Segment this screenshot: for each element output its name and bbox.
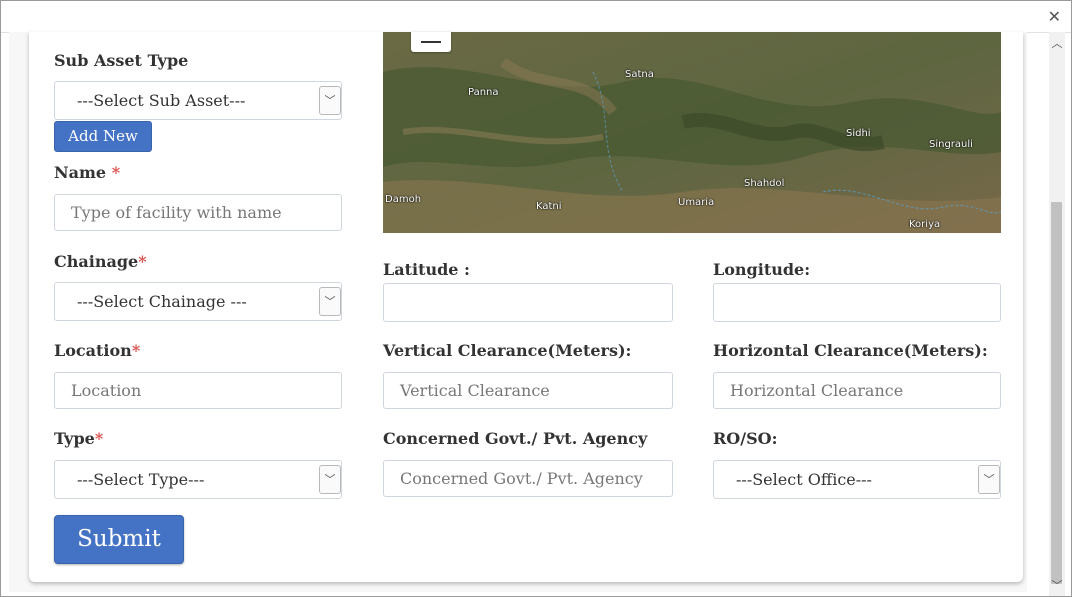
dialog-titlebar: ✕ [1, 1, 1071, 33]
map-place-label: Sidhi [846, 128, 871, 139]
chevron-down-icon: ﹀ [978, 465, 1000, 494]
chevron-down-icon: ﹀ [319, 465, 341, 494]
type-label-text: Type [54, 429, 95, 448]
type-select[interactable]: ---Select Type--- ﹀ [54, 460, 342, 499]
required-mark: * [111, 163, 121, 182]
map-place-label: Umaria [678, 197, 715, 208]
chainage-selected: ---Select Chainage --- [77, 292, 247, 311]
map-place-label: Katni [536, 201, 562, 212]
type-label: Type* [54, 429, 103, 448]
location-label: Location* [54, 341, 140, 360]
sub-asset-type-label: Sub Asset Type [54, 51, 189, 70]
chainage-label-text: Chainage [54, 252, 139, 271]
ro-so-select[interactable]: ---Select Office--- ﹀ [713, 460, 1001, 499]
dialog-window: ✕ Satna Panna Sidhi Singrauli Shahdol Da… [0, 0, 1072, 597]
map-place-label: Shahdol [744, 178, 785, 189]
location-label-text: Location [54, 341, 132, 360]
ro-so-label: RO/SO: [713, 429, 778, 448]
map-place-label: Satna [625, 69, 654, 80]
scroll-up-icon[interactable]: ︿ [1049, 36, 1065, 52]
sub-asset-type-selected: ---Select Sub Asset--- [77, 91, 246, 110]
scroll-down-icon[interactable]: ﹀ [1049, 578, 1065, 594]
concerned-agency-label: Concerned Govt./ Pvt. Agency [383, 429, 648, 448]
longitude-label: Longitude: [713, 260, 811, 279]
latitude-label: Latitude : [383, 260, 470, 279]
map-zoom-out-button[interactable] [411, 32, 451, 52]
vertical-scrollbar[interactable]: ︿ ﹀ [1049, 32, 1065, 596]
chainage-select[interactable]: ---Select Chainage --- ﹀ [54, 282, 342, 321]
name-label-text: Name [54, 163, 107, 182]
chainage-label: Chainage* [54, 252, 147, 271]
longitude-input[interactable] [713, 283, 1001, 322]
horizontal-clearance-input[interactable]: Horizontal Clearance [713, 372, 1001, 409]
name-input[interactable]: Type of facility with name [54, 194, 342, 231]
map-place-label: Panna [468, 87, 499, 98]
latitude-input[interactable] [383, 283, 673, 322]
location-input[interactable]: Location [54, 372, 342, 409]
chevron-down-icon: ﹀ [319, 287, 341, 316]
scrollbar-thumb[interactable] [1051, 202, 1062, 584]
map-place-label: Koriya [909, 219, 941, 230]
vertical-clearance-label: Vertical Clearance(Meters): [383, 341, 632, 360]
horizontal-clearance-label: Horizontal Clearance(Meters): [713, 341, 988, 360]
map-place-label: Singrauli [929, 139, 973, 150]
submit-button[interactable]: Submit [54, 515, 184, 564]
required-mark: * [138, 252, 147, 271]
concerned-agency-input[interactable]: Concerned Govt./ Pvt. Agency [383, 460, 673, 497]
name-label: Name * [54, 163, 120, 182]
map-place-label: Damoh [385, 194, 422, 205]
required-mark: * [94, 429, 104, 448]
chevron-down-icon: ﹀ [319, 86, 341, 115]
close-icon[interactable]: ✕ [1048, 7, 1061, 26]
sub-asset-type-select[interactable]: ---Select Sub Asset--- ﹀ [54, 81, 342, 120]
minus-icon [421, 41, 441, 43]
ro-so-selected: ---Select Office--- [736, 470, 872, 489]
vertical-clearance-input[interactable]: Vertical Clearance [383, 372, 673, 409]
add-new-button[interactable]: Add New [54, 121, 152, 152]
required-mark: * [131, 341, 141, 360]
type-selected: ---Select Type--- [77, 470, 205, 489]
